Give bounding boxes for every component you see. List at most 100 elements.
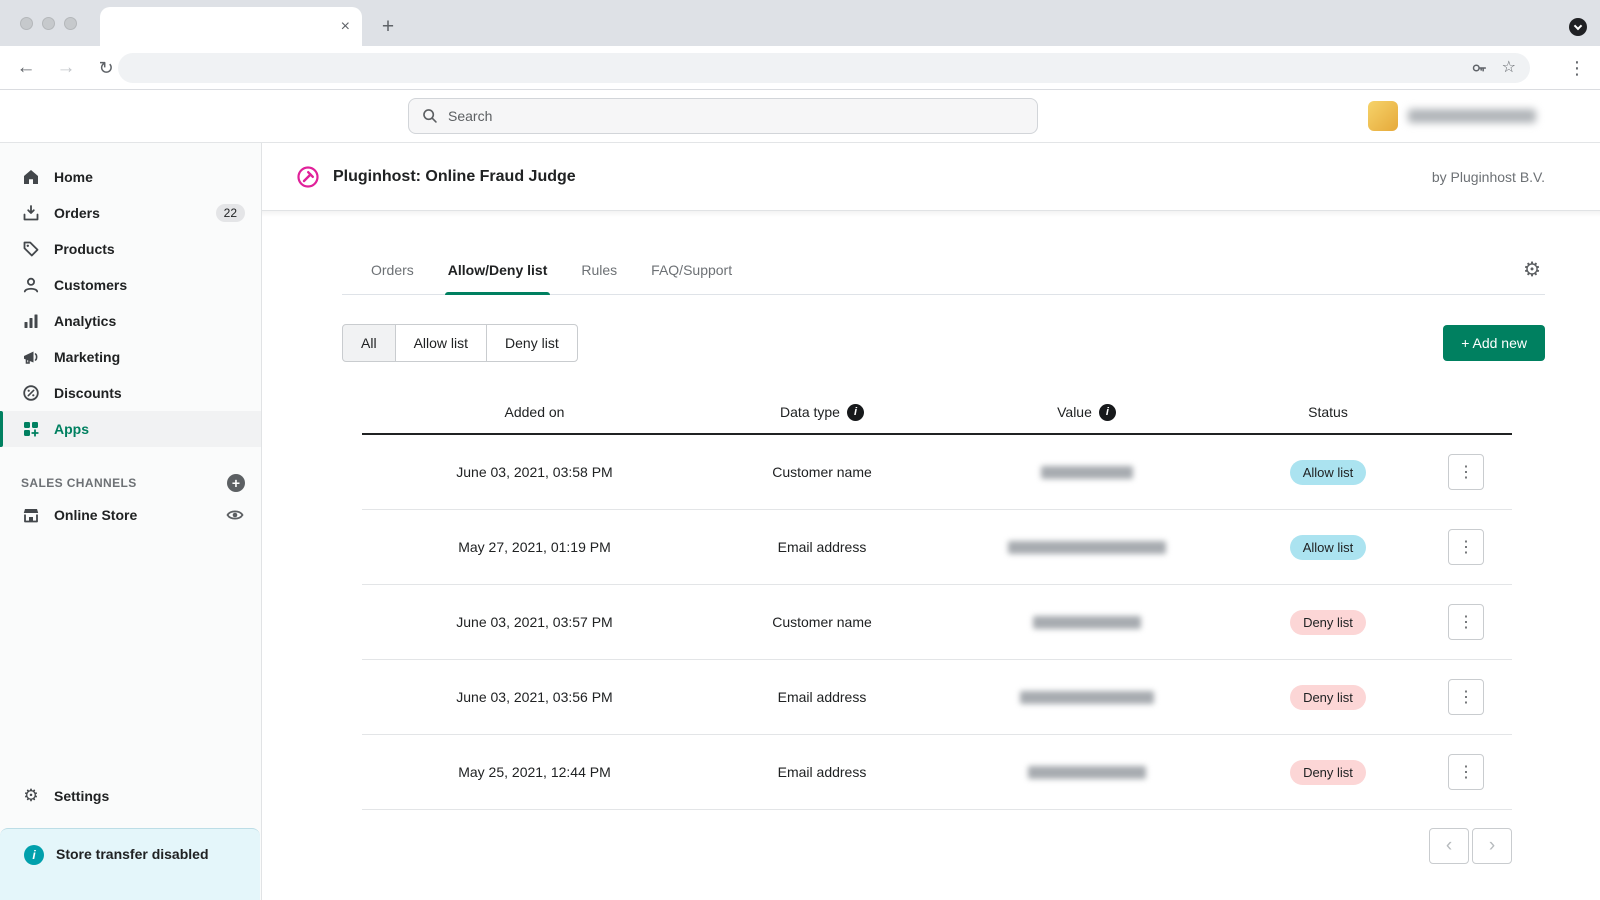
bar-chart-icon [21, 311, 41, 331]
apps-icon [21, 419, 41, 439]
value-redacted [1008, 541, 1166, 554]
gear-icon: ⚙ [21, 786, 41, 806]
sidebar-item-apps[interactable]: Apps [0, 411, 261, 447]
page-title: Pluginhost: Online Fraud Judge [333, 168, 576, 186]
sidebar-item-online-store[interactable]: Online Store [0, 497, 261, 533]
info-icon[interactable]: i [1099, 404, 1116, 421]
main-content: Pluginhost: Online Fraud Judge by Plugin… [262, 143, 1600, 900]
table-row: June 03, 2021, 03:56 PM Email address De… [362, 660, 1512, 735]
data-type-cell: Email address [707, 539, 937, 555]
sidebar-item-discounts[interactable]: Discounts [0, 375, 261, 411]
sidebar-item-marketing[interactable]: Marketing [0, 339, 261, 375]
table-header-row: Added on Data type i Value i Status [362, 391, 1512, 435]
window-minimize-button[interactable] [42, 17, 55, 30]
added-on-cell: May 27, 2021, 01:19 PM [362, 539, 707, 555]
add-sales-channel-button[interactable]: + [227, 474, 245, 492]
filter-all-button[interactable]: All [342, 324, 396, 362]
tag-icon [21, 239, 41, 259]
sidebar: Home Orders 22 Products Customers Analyt… [0, 143, 262, 900]
window-close-button[interactable] [20, 17, 33, 30]
address-input[interactable] [118, 53, 1470, 83]
status-badge: Allow list [1290, 535, 1367, 560]
pagination-prev-button[interactable]: ‹ [1429, 828, 1469, 864]
tab-allow-deny-list[interactable]: Allow/Deny list [431, 245, 565, 294]
avatar [1368, 101, 1398, 131]
pagination-next-button[interactable]: › [1472, 828, 1512, 864]
added-on-cell: May 25, 2021, 12:44 PM [362, 764, 707, 780]
data-type-cell: Email address [707, 764, 937, 780]
sidebar-item-customers[interactable]: Customers [0, 267, 261, 303]
sidebar-item-orders[interactable]: Orders 22 [0, 195, 261, 231]
reload-button[interactable]: ↻ [94, 58, 118, 79]
table-row: June 03, 2021, 03:58 PM Customer name Al… [362, 435, 1512, 510]
tab-close-icon[interactable]: × [341, 19, 350, 35]
tab-rules[interactable]: Rules [564, 245, 634, 294]
tab-search-button[interactable] [1569, 18, 1587, 36]
status-badge: Deny list [1290, 760, 1366, 785]
status-cell: Deny list [1236, 685, 1420, 710]
added-on-cell: June 03, 2021, 03:58 PM [362, 464, 707, 480]
value-cell [937, 691, 1236, 704]
value-redacted [1028, 766, 1146, 779]
browser-tab[interactable]: × [100, 7, 362, 46]
row-actions-button[interactable]: ⋮ [1448, 679, 1484, 715]
value-redacted [1020, 691, 1154, 704]
table-row: May 27, 2021, 01:19 PM Email address All… [362, 510, 1512, 585]
column-header-data-type: Data type i [707, 404, 937, 421]
value-redacted [1033, 616, 1141, 629]
eye-icon[interactable] [225, 505, 245, 525]
search-icon [421, 107, 439, 125]
table-row: May 25, 2021, 12:44 PM Email address Den… [362, 735, 1512, 810]
status-badge: Deny list [1290, 685, 1366, 710]
key-icon[interactable] [1470, 59, 1488, 77]
store-transfer-banner[interactable]: i Store transfer disabled [0, 828, 260, 900]
orders-count-badge: 22 [216, 204, 245, 222]
browser-tabstrip: × + [0, 0, 1600, 46]
orders-icon [21, 203, 41, 223]
sales-channels-header: SALES CHANNELS + [0, 469, 261, 497]
admin-search[interactable] [408, 98, 1038, 134]
sidebar-item-settings[interactable]: ⚙ Settings [0, 778, 260, 814]
chevron-down-icon [1574, 21, 1582, 29]
filter-deny-list-button[interactable]: Deny list [486, 324, 578, 362]
table-row: June 03, 2021, 03:57 PM Customer name De… [362, 585, 1512, 660]
value-cell [937, 766, 1236, 779]
add-new-button[interactable]: + Add new [1443, 325, 1545, 361]
app-tabs: Orders Allow/Deny list Rules FAQ/Support… [342, 245, 1545, 295]
status-cell: Allow list [1236, 535, 1420, 560]
tab-faq-support[interactable]: FAQ/Support [634, 245, 749, 294]
home-icon [21, 167, 41, 187]
new-tab-button[interactable]: + [374, 13, 402, 41]
storefront-icon [21, 505, 41, 525]
discount-icon [21, 383, 41, 403]
back-button[interactable]: ← [14, 57, 38, 79]
account-menu[interactable] [1368, 101, 1536, 131]
sidebar-item-products[interactable]: Products [0, 231, 261, 267]
row-actions-button[interactable]: ⋮ [1448, 529, 1484, 565]
window-zoom-button[interactable] [64, 17, 77, 30]
row-actions-button[interactable]: ⋮ [1448, 454, 1484, 490]
app-header: Pluginhost: Online Fraud Judge by Plugin… [262, 143, 1600, 211]
info-icon[interactable]: i [847, 404, 864, 421]
settings-gear-icon[interactable]: ⚙ [1523, 245, 1545, 294]
bookmark-star-icon[interactable]: ☆ [1502, 60, 1516, 76]
tab-orders[interactable]: Orders [354, 245, 431, 294]
added-on-cell: June 03, 2021, 03:57 PM [362, 614, 707, 630]
address-bar[interactable]: ☆ [118, 53, 1530, 83]
row-actions-button[interactable]: ⋮ [1448, 604, 1484, 640]
list-filter-segmented: All Allow list Deny list [342, 324, 578, 362]
filter-allow-list-button[interactable]: Allow list [395, 324, 487, 362]
column-header-value: Value i [937, 404, 1236, 421]
card-top-shadow [262, 211, 1600, 217]
browser-toolbar: ← → ↻ ☆ ⋮ [0, 46, 1600, 90]
browser-menu-button[interactable]: ⋮ [1564, 46, 1590, 90]
forward-button[interactable]: → [54, 57, 78, 79]
app-byline: by Pluginhost B.V. [1432, 169, 1545, 185]
row-actions-button[interactable]: ⋮ [1448, 754, 1484, 790]
data-type-cell: Customer name [707, 464, 937, 480]
admin-topbar [0, 90, 1600, 143]
search-input[interactable] [448, 108, 1025, 124]
sidebar-item-analytics[interactable]: Analytics [0, 303, 261, 339]
sidebar-item-home[interactable]: Home [0, 159, 261, 195]
person-icon [21, 275, 41, 295]
